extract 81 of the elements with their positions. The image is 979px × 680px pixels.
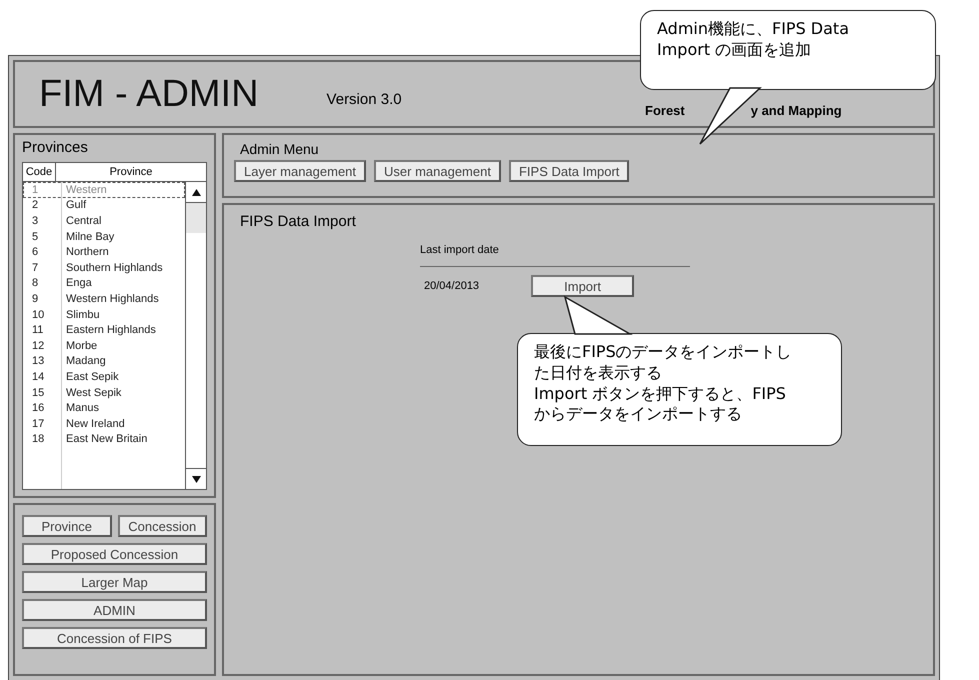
column-header: Province [108,165,154,180]
province-row[interactable]: 10 Slimbu [23,306,185,322]
province-row[interactable]: 15 West Sepik [23,384,185,400]
nav-button[interactable]: ADMIN [22,599,207,621]
panel-title: Provinces [22,139,89,156]
code-cell-text: 6 [31,246,40,258]
code-cell-text: 14 [31,370,46,383]
menu-button[interactable]: FIPS Data Import [508,160,630,182]
province-cell-text: East Sepik [65,370,119,383]
code-cell-text: 8 [31,277,40,290]
province-cell-text: Manus [65,402,100,414]
callout-text: Import ボタンを押下すると、FIPS [534,384,787,404]
code-cell-text: 11 [31,324,44,336]
version-label: Version 3.0 [326,90,402,108]
province-row[interactable]: 2 Gulf [23,198,185,214]
province-row[interactable]: 8 Enga [23,276,185,292]
province-row[interactable]: 18 East New Britain [23,432,185,448]
code-cell-text: 15 [31,386,46,399]
province-cell-text: Milne Bay [65,230,114,243]
code-cell-text: 1 [31,184,40,196]
province-cell-text: West Sepik [65,386,122,399]
code-cell-text: 9 [31,292,40,305]
code-cell-text: 13 [31,355,46,368]
province-row[interactable]: 5 Milne Bay [23,228,185,244]
province-row[interactable]: 3 Central [23,213,185,229]
up-arrow-icon [192,188,200,196]
callout-text: た日付を表示する [534,362,663,384]
column-header: Code [23,163,56,181]
subtitle-text: y and Mapping [750,103,842,118]
province-cell-text: Central [65,214,102,227]
scrollbar-thumb[interactable] [186,203,206,233]
panel-title: Admin Menu [240,141,320,157]
nav-button[interactable]: Larger Map [22,571,207,593]
province-row[interactable]: 6 Northern [23,244,185,260]
code-cell-text: 17 [31,418,46,430]
province-row[interactable]: 7 Southern Highlands [23,260,185,276]
province-row[interactable]: 9 Western Highlands [23,291,185,307]
code-cell-text: 18 [31,433,46,446]
column-header: Last import date [420,244,690,267]
province-cell-text: Southern Highlands [65,262,163,274]
province-row[interactable]: 16 Manus [23,400,185,416]
code-cell-text: 16 [31,402,46,414]
callout-text: Import の画面を追加 [657,40,812,61]
province-row[interactable]: 17 New Ireland [23,416,185,432]
code-cell-text: 12 [31,340,46,352]
callout-text: からデータをインポートする [534,404,743,426]
nav-button[interactable]: Concession of FIPS [22,627,207,649]
panel-title: FIPS Data Import [240,213,357,230]
province-cell-text: Western [65,184,107,196]
province-row[interactable]: 12 Morbe [23,338,185,354]
province-row[interactable]: 11 Eastern Highlands [23,322,185,338]
province-cell-text: Gulf [65,199,86,212]
province-row[interactable]: 1 Western [23,182,185,198]
menu-button[interactable]: User management [374,160,501,182]
code-cell-text: 3 [31,214,40,227]
province-cell-text: New Ireland [65,418,125,430]
callout-text: Admin機能に、FIPS Data [657,19,850,40]
app-title: FIM - ADMIN [39,72,259,116]
province-cell-text: Madang [65,355,106,368]
province-row[interactable]: 14 East Sepik [23,369,185,385]
province-cell-text: Enga [65,277,92,290]
province-cell-text: Eastern Highlands [65,324,156,336]
province-cell-text: Western Highlands [65,292,159,305]
province-cell-text: Northern [65,246,109,258]
import-button[interactable]: Import [531,275,634,297]
code-cell-text: 5 [31,230,40,243]
nav-button[interactable]: Province [22,515,112,537]
down-arrow-icon [192,476,200,482]
nav-button[interactable]: Concession [118,515,207,537]
province-cell-text: East New Britain [65,433,148,446]
province-row[interactable]: 13 Madang [23,354,185,370]
province-cell-text: Slimbu [65,308,100,321]
nav-button[interactable]: Proposed Concession [22,543,207,565]
date-cell: 20/04/2013 [424,280,480,292]
callout-text: 最後にFIPSのデータをインポートし [534,342,793,363]
province-cell-text: Morbe [65,340,98,352]
code-cell-text: 7 [31,262,40,274]
menu-button[interactable]: Layer management [234,160,366,182]
code-cell-text: 10 [31,308,46,321]
subtitle-text: Forest [645,103,685,118]
code-cell-text: 2 [31,199,40,212]
